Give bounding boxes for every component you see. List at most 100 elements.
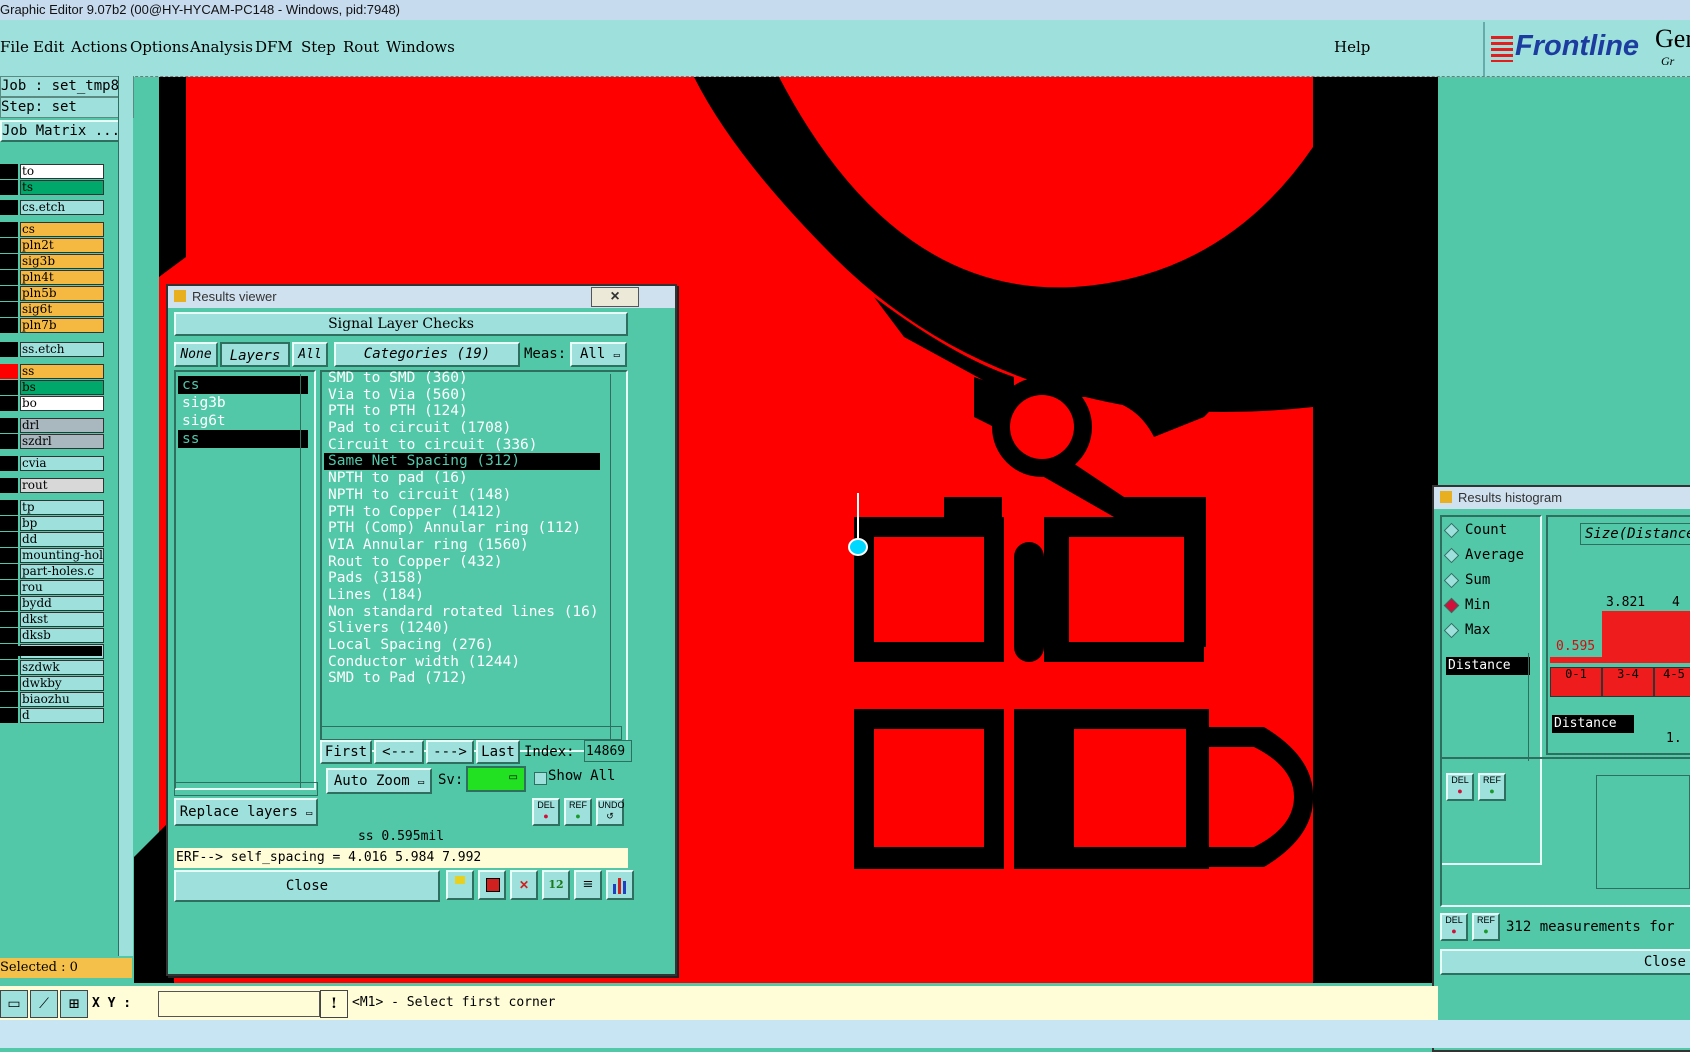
close-icon[interactable]: × — [591, 287, 639, 307]
layer-name[interactable]: rout — [20, 478, 104, 493]
undo-button[interactable]: UNDO ↺ — [596, 798, 625, 826]
stat-radio-sum[interactable]: Sum — [1443, 569, 1546, 591]
layer-listbox[interactable]: cs sig3b sig6t ss — [174, 370, 316, 790]
layer-row-mounting-hol[interactable]: mounting-hol — [0, 548, 104, 563]
radio-diamond-icon[interactable] — [1443, 547, 1460, 563]
categories-button[interactable]: Categories (19) — [334, 342, 520, 367]
layer-name[interactable]: rou — [20, 580, 104, 595]
grid-icon[interactable]: ⊞ — [60, 990, 88, 1018]
layer-name[interactable]: pln2t — [20, 238, 104, 253]
category-item[interactable]: Pad to circuit (1708) — [324, 420, 600, 437]
layer-name[interactable]: pln5b — [20, 286, 104, 301]
flag-icon[interactable] — [446, 870, 474, 900]
layer-row-ss-etch[interactable]: ss.etch — [0, 342, 104, 357]
layer-row-szdrl[interactable]: szdrl — [0, 434, 104, 449]
numbered-list-icon[interactable]: 12 — [542, 870, 570, 900]
layer-color-swatch[interactable] — [0, 692, 18, 707]
layer-color-swatch[interactable] — [0, 342, 18, 357]
histogram-close-button[interactable]: Close — [1440, 949, 1690, 975]
results-viewer-titlebar[interactable]: Results viewer × — [168, 286, 675, 308]
next-button[interactable]: ---> — [426, 740, 474, 764]
category-item[interactable]: Rout to Copper (432) — [324, 554, 600, 571]
layer-color-swatch[interactable] — [0, 396, 18, 411]
category-scrollbar[interactable] — [610, 374, 625, 744]
category-item[interactable]: NPTH to circuit (148) — [324, 487, 600, 504]
stat-radio-min[interactable]: Min — [1443, 594, 1546, 616]
red-square-icon[interactable] — [478, 870, 506, 900]
measure-tool-icon[interactable]: ⟋ — [30, 990, 58, 1018]
category-item[interactable]: Circuit to circuit (336) — [324, 437, 600, 454]
menu-edit[interactable]: Edit — [33, 38, 64, 56]
layer-row-szdwk[interactable]: szdwk — [0, 660, 104, 675]
erf-cancel-icon[interactable]: ✕ — [510, 870, 538, 900]
prev-button[interactable]: <--- — [374, 740, 424, 764]
layer-list-item[interactable]: sig6t — [178, 412, 308, 430]
category-item[interactable]: PTH (Comp) Annular ring (112) — [324, 520, 600, 537]
menu-options[interactable]: Options — [130, 38, 189, 56]
layer-color-swatch[interactable] — [0, 596, 18, 611]
layer-color-swatch[interactable] — [0, 286, 18, 301]
layer-name[interactable]: bo — [20, 396, 104, 411]
layer-scrollbar[interactable] — [118, 76, 133, 956]
layer-name[interactable]: bs — [20, 380, 104, 395]
layer-row-tp[interactable]: tp — [0, 500, 104, 515]
layer-row-ts[interactable]: ts — [0, 180, 104, 195]
layer-color-swatch[interactable] — [0, 434, 18, 449]
layer-row-bydd[interactable]: bydd — [0, 596, 104, 611]
layer-name[interactable]: bp — [20, 516, 104, 531]
layer-row-bp[interactable]: bp — [0, 516, 104, 531]
stat-radio-max[interactable]: Max — [1443, 619, 1546, 641]
category-item[interactable]: Pads (3158) — [324, 570, 600, 587]
layer-row-pln7b[interactable]: pln7b — [0, 318, 104, 333]
layer-row-sig3b[interactable]: sig3b — [0, 254, 104, 269]
layer-row-dkst[interactable]: dkst — [0, 612, 104, 627]
layer-name[interactable]: dwkby — [20, 676, 104, 691]
histogram-bar[interactable] — [1550, 657, 1602, 663]
layer-row-dwkby[interactable]: dwkby — [0, 676, 104, 691]
layer-list-item[interactable]: ss — [178, 430, 308, 448]
replace-layers-dropdown[interactable]: Replace layers ▭ — [174, 798, 318, 826]
severity-color-dropdown[interactable]: ▭ — [466, 766, 526, 792]
close-button[interactable]: Close — [174, 870, 440, 902]
distance-list-scrollbar[interactable] — [1528, 653, 1541, 761]
layer-name[interactable]: szdrl — [20, 434, 104, 449]
category-item[interactable]: Local Spacing (276) — [324, 637, 600, 654]
measurement-marker[interactable] — [848, 538, 868, 556]
bin-label-1[interactable]: 3-4 — [1602, 667, 1654, 697]
category-hscrollbar[interactable] — [320, 726, 622, 740]
stat-radio-count[interactable]: Count — [1443, 519, 1546, 541]
xy-input[interactable] — [158, 991, 320, 1017]
show-all-checkbox[interactable] — [534, 772, 547, 785]
job-matrix-button[interactable]: Job Matrix ... — [0, 120, 132, 142]
layer-row-cs-etch[interactable]: cs.etch — [0, 200, 104, 215]
category-item[interactable]: VIA Annular ring (1560) — [324, 537, 600, 554]
layer-color-swatch[interactable] — [0, 516, 18, 531]
layer-name[interactable]: szdwk — [20, 660, 104, 675]
layer-name[interactable]: dkst — [20, 612, 104, 627]
radio-diamond-icon[interactable] — [1443, 572, 1460, 588]
first-button[interactable]: First — [320, 740, 372, 764]
del-button[interactable]: DEL ● — [532, 798, 560, 826]
layer-row-to[interactable]: to — [0, 164, 104, 179]
menu-windows[interactable]: Windows — [386, 38, 455, 56]
layer-name[interactable]: cvia — [20, 456, 104, 471]
hist-ref-button-2[interactable]: REF ● — [1472, 913, 1500, 941]
report-icon[interactable]: ≡ — [574, 870, 602, 900]
category-item[interactable]: Slivers (1240) — [324, 620, 600, 637]
layer-row-biaozhu[interactable]: biaozhu — [0, 692, 104, 707]
bin-label-0[interactable]: 0-1 — [1550, 667, 1602, 697]
category-item[interactable]: NPTH to pad (16) — [324, 470, 600, 487]
layer-row-bo[interactable]: bo — [0, 396, 104, 411]
layer-color-swatch[interactable] — [0, 380, 18, 395]
layer-name[interactable]: bydd — [20, 596, 104, 611]
layer-color-swatch[interactable] — [0, 200, 18, 215]
layer-name[interactable]: ts — [20, 180, 104, 195]
layer-row-sig6t[interactable]: sig6t — [0, 302, 104, 317]
layer-color-swatch[interactable] — [0, 612, 18, 627]
layer-color-swatch[interactable] — [0, 418, 18, 433]
category-item[interactable]: PTH to Copper (1412) — [324, 504, 600, 521]
layer-color-swatch[interactable] — [0, 318, 18, 333]
menu-dfm[interactable]: DFM — [255, 38, 293, 56]
layer-name[interactable]: pln7b — [20, 318, 104, 333]
layer-row-pln4t[interactable]: pln4t — [0, 270, 104, 285]
